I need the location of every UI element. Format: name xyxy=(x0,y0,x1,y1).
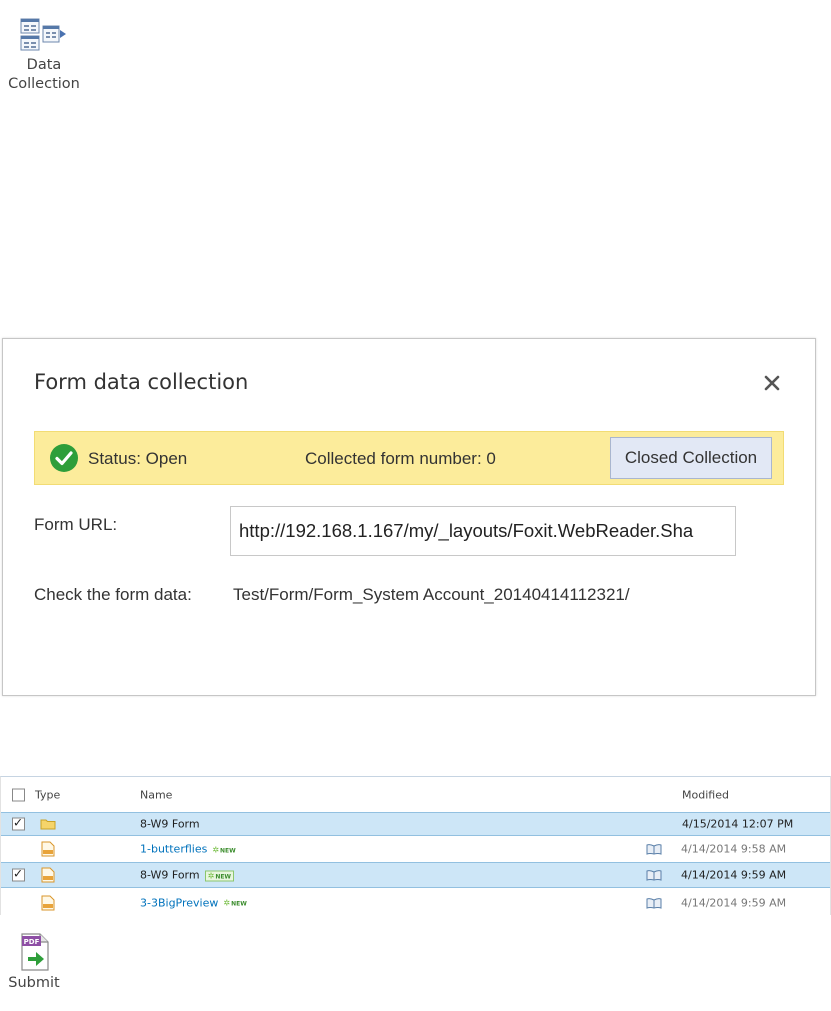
document-list: Type Name Modified 8-W9 Form 4/15/2014 1… xyxy=(0,776,831,915)
row-modified: 4/14/2014 9:58 AM xyxy=(681,842,787,856)
new-badge: ✲NEW xyxy=(212,845,235,854)
table-row[interactable]: 8-W9 Form ✲NEW 4/14/2014 9:59 AM xyxy=(1,862,830,888)
new-badge: ✲NEW xyxy=(204,870,235,881)
data-collection-label-line2: Collection xyxy=(8,76,80,92)
column-name[interactable]: Name xyxy=(140,788,172,801)
column-modified[interactable]: Modified xyxy=(682,788,729,801)
row-modified: 4/14/2014 9:59 AM xyxy=(681,896,787,909)
close-icon[interactable] xyxy=(760,371,784,395)
row-name[interactable]: 1-butterflies ✲NEW xyxy=(140,843,236,856)
book-icon[interactable] xyxy=(646,869,662,881)
pdf-file-icon xyxy=(41,895,55,910)
status-bar: Status: Open Collected form number: 0 Cl… xyxy=(34,431,784,485)
svg-text:PDF: PDF xyxy=(24,938,40,946)
closed-collection-button[interactable]: Closed Collection xyxy=(610,437,772,479)
form-data-collection-dialog: Form data collection Status: Open Collec… xyxy=(2,338,816,696)
row-name[interactable]: 8-W9 Form xyxy=(140,818,200,831)
submit-label: Submit xyxy=(8,975,60,991)
check-circle-icon xyxy=(50,444,78,472)
submit-button[interactable]: PDF Submit xyxy=(2,932,66,993)
data-collection-icon xyxy=(20,18,66,51)
folder-icon xyxy=(40,819,56,830)
row-modified: 4/14/2014 9:59 AM xyxy=(681,868,787,882)
row-checkbox[interactable] xyxy=(12,867,25,882)
form-url-input[interactable] xyxy=(230,506,736,556)
form-data-path: Test/Form/Form_System Account_2014041411… xyxy=(233,585,630,604)
new-badge: ✲NEW xyxy=(223,899,246,908)
form-url-label: Form URL: xyxy=(34,515,118,534)
row-name-text: 8-W9 Form xyxy=(140,868,200,882)
new-star-icon: ✲ xyxy=(212,845,220,854)
row-checkbox[interactable] xyxy=(12,816,25,831)
data-collection-label-line1: Data xyxy=(26,57,62,73)
list-header: Type Name Modified xyxy=(1,777,830,812)
table-row[interactable]: 1-butterflies ✲NEW 4/14/2014 9:58 AM xyxy=(1,836,830,862)
row-name[interactable]: 3-3BigPreview ✲NEW xyxy=(140,896,247,909)
column-type[interactable]: Type xyxy=(35,788,60,801)
dialog-title: Form data collection xyxy=(34,370,249,394)
check-form-data-label: Check the form data: xyxy=(34,585,192,604)
data-collection-button[interactable]: Data Collection xyxy=(2,18,86,94)
status-text: Status: Open xyxy=(88,449,188,468)
new-badge-text: NEW xyxy=(231,900,247,908)
pdf-file-icon xyxy=(41,841,55,857)
collected-count-text: Collected form number: 0 xyxy=(305,449,496,468)
new-badge-text: NEW xyxy=(220,847,236,854)
select-all-checkbox[interactable] xyxy=(12,788,25,801)
book-icon[interactable] xyxy=(646,897,662,909)
new-badge-text: NEW xyxy=(215,873,232,880)
new-star-icon: ✲ xyxy=(223,898,231,908)
pdf-submit-icon: PDF xyxy=(21,933,49,971)
table-row[interactable]: 3-3BigPreview ✲NEW 4/14/2014 9:59 AM xyxy=(1,890,830,915)
row-name[interactable]: 8-W9 Form ✲NEW xyxy=(140,868,235,882)
row-name-text: 1-butterflies xyxy=(140,842,208,856)
data-collection-label: Data Collection xyxy=(8,56,80,94)
table-row[interactable]: 8-W9 Form 4/15/2014 12:07 PM xyxy=(1,812,830,836)
book-icon[interactable] xyxy=(646,843,662,855)
new-star-icon: ✲ xyxy=(207,871,215,880)
row-modified: 4/15/2014 12:07 PM xyxy=(682,817,794,831)
pdf-file-icon xyxy=(41,867,55,883)
row-name-text: 3-3BigPreview xyxy=(140,896,219,909)
